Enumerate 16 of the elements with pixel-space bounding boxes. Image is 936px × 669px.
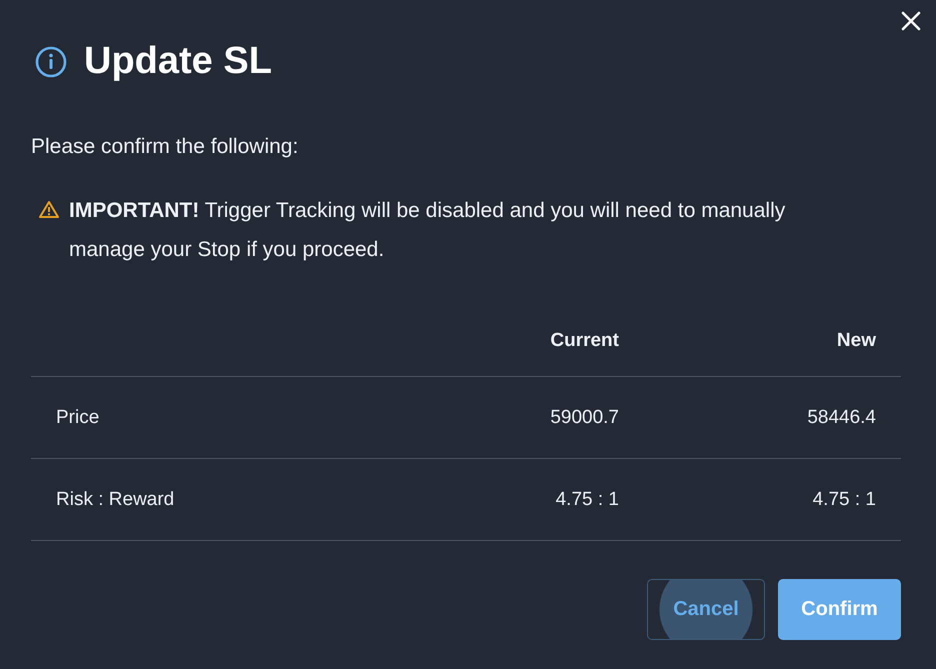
table-cell-text: 58446.4 [806,406,876,428]
warning-text: IMPORTANT! Trigger Tracking will be disabled and you will need to manually manage your Stop if you proceed. [69,198,786,263]
intro-text: Please confirm the following: [31,135,300,159]
table-cell-text: Price [56,406,100,428]
table-cell-text: Risk : Reward [56,488,176,510]
column-header: New [836,330,876,352]
table-cell-text: 4.75 : 1 [812,488,876,510]
confirm-button[interactable]: Confirm [778,579,901,640]
warning-icon [38,200,60,219]
table-cell-text: 59000.7 [549,406,619,428]
info-icon [34,44,68,78]
table-cell-text: 4.75 : 1 [554,488,619,510]
dialog-title: Update SL [84,40,272,83]
cancel-button[interactable]: Cancel [647,579,765,640]
close-icon[interactable] [900,10,922,32]
column-header: Current [549,330,619,352]
